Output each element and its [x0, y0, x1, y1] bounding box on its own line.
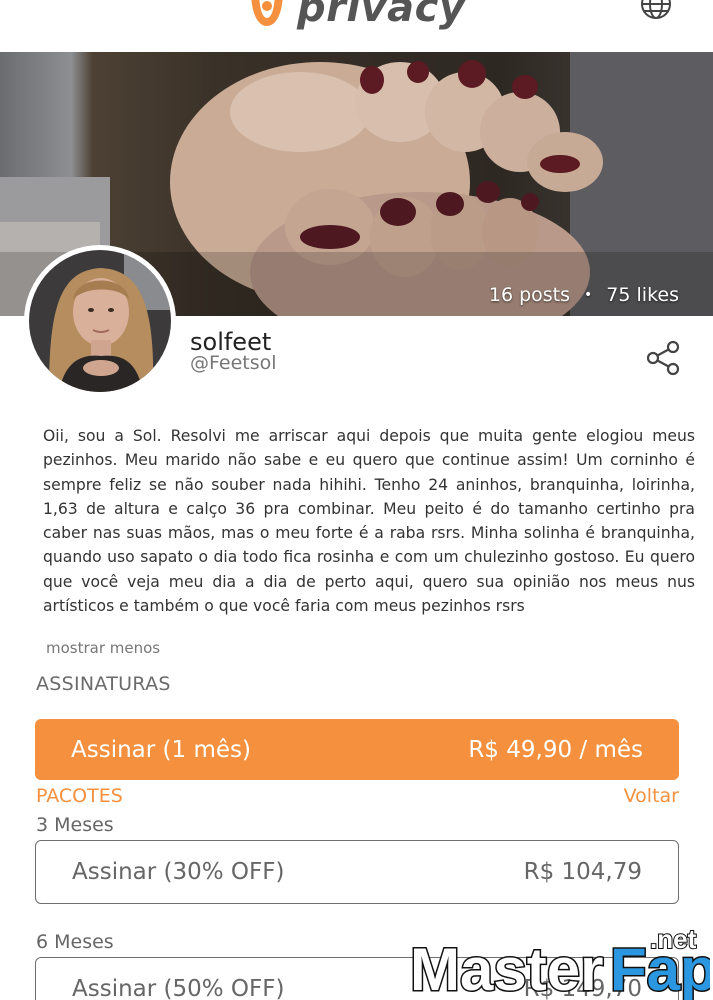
subscribe-label: Assinar (1 mês) [71, 736, 251, 763]
show-less-link[interactable]: mostrar menos [46, 639, 160, 657]
globe-icon[interactable] [640, 0, 672, 20]
privacy-logo-icon [251, 0, 283, 26]
top-bar: privacy [0, 0, 713, 52]
subscribe-price: R$ 49,90 / mês [468, 736, 643, 763]
avatar[interactable] [24, 245, 176, 397]
masterfap-watermark: Master Fap .net [410, 924, 710, 1000]
package-label: Assinar (50% OFF) [72, 976, 285, 1000]
profile-handle: @Feetsol [190, 352, 277, 374]
logo-text: privacy [297, 0, 466, 31]
package-period-6: 6 Meses [36, 931, 114, 953]
profile-stats: 16 posts • 75 likes [489, 284, 679, 306]
privacy-logo[interactable]: privacy [245, 0, 466, 31]
watermark-master: Master [410, 936, 603, 1000]
profile-bio: Oii, sou a Sol. Resolvi me arriscar aqui… [43, 427, 695, 616]
avatar-photo [29, 250, 171, 392]
package-period-3: 3 Meses [36, 814, 114, 836]
watermark-net: .net [650, 924, 697, 954]
package-price: R$ 104,79 [523, 859, 642, 885]
packages-title: PACOTES [36, 785, 123, 807]
back-link[interactable]: Voltar [624, 785, 679, 807]
share-icon[interactable] [644, 339, 682, 377]
subscribe-3-months-button[interactable]: Assinar (30% OFF) R$ 104,79 [35, 840, 679, 904]
subscriptions-title: ASSINATURAS [36, 673, 171, 695]
stats-separator: • [584, 287, 593, 303]
package-label: Assinar (30% OFF) [72, 859, 285, 885]
posts-count: 16 posts [488, 284, 571, 306]
likes-count: 75 likes [606, 284, 679, 306]
subscribe-1-month-button[interactable]: Assinar (1 mês) R$ 49,90 / mês [35, 719, 679, 780]
